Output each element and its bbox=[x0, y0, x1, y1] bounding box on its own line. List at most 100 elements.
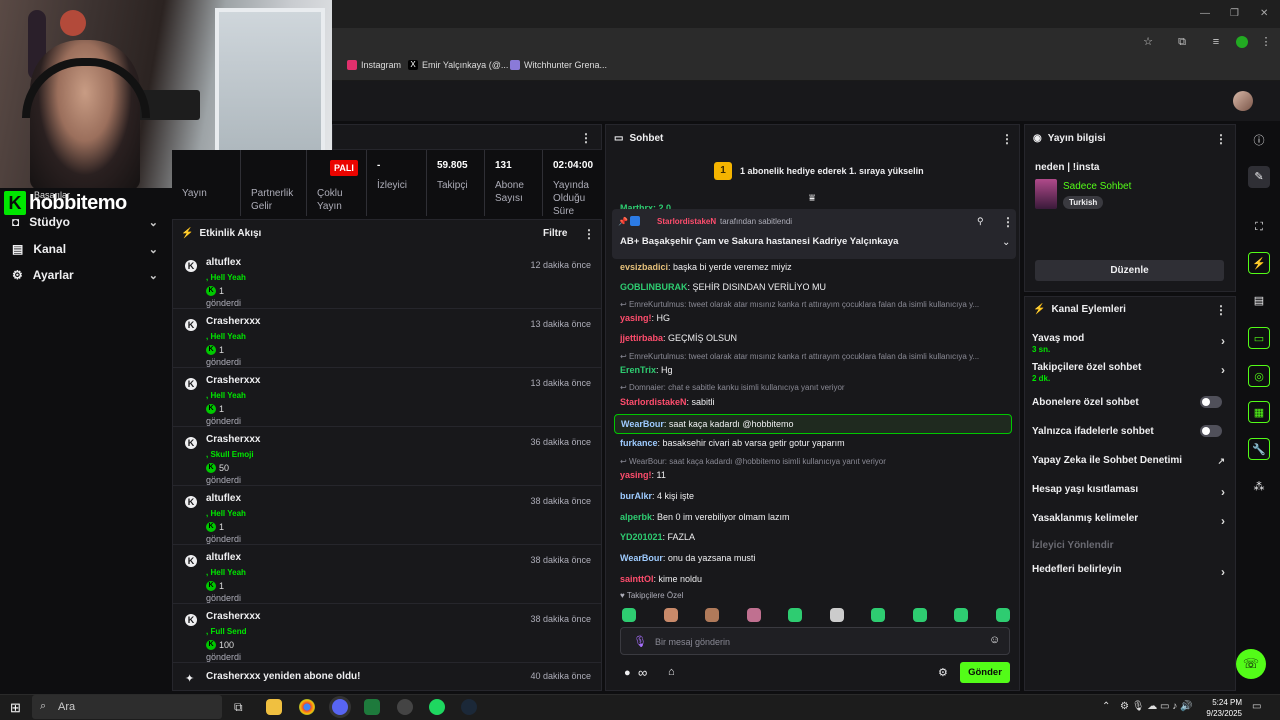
profile-icon[interactable] bbox=[1236, 36, 1248, 48]
channel-action-option[interactable]: Takipçilere özel sohbet 2 dk. › bbox=[1032, 362, 1230, 383]
chevron-down-icon[interactable]: ⌄ bbox=[1002, 237, 1010, 248]
channel-action-option[interactable]: Hesap yaşı kısıtlaması › bbox=[1032, 484, 1230, 499]
more-icon[interactable]: ⋮ bbox=[1215, 132, 1227, 146]
chat-username[interactable]: WearBour bbox=[621, 419, 664, 429]
bookmark-x[interactable]: X Emir Yalçınkaya (@... bbox=[408, 60, 508, 70]
emote-icon[interactable] bbox=[829, 608, 844, 622]
channel-action-option[interactable]: Yapay Zeka ile Sohbet Denetimi ↗ bbox=[1032, 455, 1230, 466]
infinity-icon[interactable]: ∞ bbox=[638, 665, 647, 680]
chat-username[interactable]: ErenTrix bbox=[620, 365, 656, 375]
excel-icon[interactable] bbox=[364, 699, 380, 715]
chat-username[interactable]: yasing! bbox=[620, 470, 652, 480]
event-user[interactable]: altuflex bbox=[206, 257, 241, 268]
chat-username[interactable]: alperbk bbox=[620, 512, 652, 522]
extensions-icon[interactable]: ⧉ bbox=[1176, 36, 1188, 48]
category-link[interactable]: Sadece Sohbet bbox=[1063, 181, 1131, 192]
wrench-icon[interactable]: 🔧 bbox=[1248, 438, 1270, 460]
chat-username[interactable]: StarlordistakeN bbox=[620, 397, 687, 407]
pinned-message[interactable]: 📌 StarlordistakeN tarafından sabitlendi … bbox=[612, 209, 1016, 259]
restore-icon[interactable]: ❐ bbox=[1230, 8, 1239, 19]
tray-chevron-icon[interactable]: ⌃ bbox=[1102, 701, 1110, 712]
info-icon[interactable]: ⓘ bbox=[1248, 130, 1270, 152]
emote-icon[interactable] bbox=[912, 608, 927, 622]
share-icon[interactable]: ⁂ bbox=[1248, 476, 1270, 498]
chat-username[interactable]: furkance bbox=[620, 438, 658, 448]
emote-icon[interactable] bbox=[871, 608, 885, 622]
emote-icon[interactable] bbox=[705, 608, 719, 622]
menu-icon[interactable]: ⋮ bbox=[1260, 36, 1272, 48]
document-icon[interactable]: ▤ bbox=[1248, 290, 1270, 312]
store-icon[interactable]: ⌂ bbox=[668, 666, 675, 678]
chat-username[interactable]: YD201021 bbox=[620, 532, 663, 542]
minimize-icon[interactable]: — bbox=[1200, 8, 1210, 19]
toggle-switch[interactable] bbox=[1200, 425, 1222, 437]
emote-icon[interactable] bbox=[746, 608, 761, 622]
emote-icon[interactable] bbox=[995, 608, 1010, 622]
chat-username[interactable]: GOBLINBURAK bbox=[620, 282, 688, 292]
event-user[interactable]: Crasherxxx bbox=[206, 375, 260, 386]
chat-input[interactable]: 🎙 Bir mesaj gönderin ☺ bbox=[620, 627, 1010, 655]
chrome-icon[interactable] bbox=[299, 699, 315, 715]
clock[interactable]: 5:24 PM 9/23/2025 bbox=[1202, 697, 1242, 719]
chat-username[interactable]: yasing! bbox=[620, 313, 652, 323]
edit-button[interactable]: Düzenle bbox=[1035, 260, 1224, 281]
toggle-switch[interactable] bbox=[1200, 396, 1222, 408]
unpin-icon[interactable]: ⚲ bbox=[977, 216, 984, 227]
tray-icons[interactable]: ⚙ 🎙 ☁ ▭ ♪ 🔊 bbox=[1120, 701, 1192, 712]
steam-icon[interactable] bbox=[461, 699, 477, 715]
gift-icon[interactable]: ● bbox=[624, 667, 631, 679]
emote-icon[interactable] bbox=[622, 608, 636, 622]
event-user[interactable]: Crasherxxx bbox=[206, 316, 260, 327]
bookmark-instagram[interactable]: Instagram bbox=[347, 60, 401, 70]
achievements-label[interactable]: Başarılar bbox=[34, 190, 70, 200]
chat-username[interactable]: sainttOl bbox=[620, 574, 654, 584]
emoji-icon[interactable]: ☺ bbox=[989, 634, 1000, 646]
event-user[interactable]: Crasherxxx bbox=[206, 434, 260, 445]
gear-icon[interactable]: ⚙ bbox=[938, 666, 948, 679]
more-icon[interactable]: ⋮ bbox=[1001, 132, 1013, 146]
obs-icon[interactable] bbox=[397, 699, 413, 715]
more-icon[interactable]: ⋮ bbox=[1215, 303, 1227, 317]
bookmark-witchhunter[interactable]: Witchhunter Grena... bbox=[510, 60, 607, 70]
chat-username[interactable]: evsizbadici bbox=[620, 262, 668, 272]
event-user[interactable]: altuflex bbox=[206, 493, 241, 504]
channel-action-option[interactable]: Yasaklanmış kelimeler › bbox=[1032, 513, 1230, 528]
channel-action-option[interactable]: Yavaş mod 3 sn. › bbox=[1032, 333, 1230, 354]
nav-item-studio[interactable]: ◘ Stüdyo ⌄ bbox=[0, 210, 170, 234]
lightning-icon[interactable]: ⚡ bbox=[1248, 252, 1270, 274]
chat-username[interactable]: burAlkr bbox=[620, 491, 652, 501]
close-icon[interactable]: ✕ bbox=[1260, 8, 1268, 19]
channel-action-option[interactable]: Yalnızca ifadelerle sohbet bbox=[1032, 425, 1230, 437]
more-icon[interactable]: ⋮ bbox=[580, 131, 592, 145]
pencil-icon[interactable]: ✎ bbox=[1248, 166, 1270, 188]
nav-item-settings[interactable]: ⚙ Ayarlar ⌄ bbox=[0, 263, 170, 287]
event-user[interactable]: Crasherxxx bbox=[206, 611, 260, 622]
nav-item-channel[interactable]: ▤ Kanal ⌄ bbox=[0, 237, 170, 261]
chat-username[interactable]: jjettirbaba bbox=[620, 333, 663, 343]
channel-action-option[interactable]: Abonelere özel sohbet bbox=[1032, 396, 1230, 408]
avatar[interactable] bbox=[1233, 91, 1253, 111]
windows-start-icon[interactable]: ⊞ bbox=[10, 700, 21, 716]
filter-button[interactable]: Filtre bbox=[543, 228, 567, 239]
chat-username[interactable]: WearBour bbox=[620, 553, 663, 563]
emote-icon[interactable] bbox=[788, 608, 802, 622]
more-icon[interactable]: ⋮ bbox=[1002, 215, 1014, 229]
taskbar-search[interactable]: ⌕ Ara bbox=[32, 695, 222, 719]
gift-leaderboard-banner[interactable]: 1 1 abonelik hediye ederek 1. sıraya yük… bbox=[714, 162, 924, 180]
support-icon[interactable]: ☏ bbox=[1236, 649, 1266, 679]
discord-icon[interactable] bbox=[332, 699, 348, 715]
more-icon[interactable]: ⋮ bbox=[583, 227, 595, 241]
notification-icon[interactable]: ▭ bbox=[1252, 701, 1261, 712]
microphone-icon[interactable]: 🎙 bbox=[633, 635, 647, 648]
file-explorer-icon[interactable] bbox=[266, 699, 282, 715]
star-icon[interactable]: ☆ bbox=[1142, 36, 1154, 48]
filter-icon[interactable]: ⩸ bbox=[809, 193, 815, 204]
emote-icon[interactable] bbox=[663, 608, 678, 622]
media-icon[interactable]: ≡ bbox=[1210, 36, 1222, 48]
emote-icon[interactable] bbox=[954, 608, 968, 622]
spotify-icon[interactable] bbox=[429, 699, 445, 715]
send-button[interactable]: Gönder bbox=[960, 662, 1010, 683]
task-view-icon[interactable]: ⧉ bbox=[234, 700, 243, 715]
channel-action-option[interactable]: Hedefleri belirleyin › bbox=[1032, 564, 1230, 579]
chat-icon[interactable]: ▭ bbox=[1248, 327, 1270, 349]
